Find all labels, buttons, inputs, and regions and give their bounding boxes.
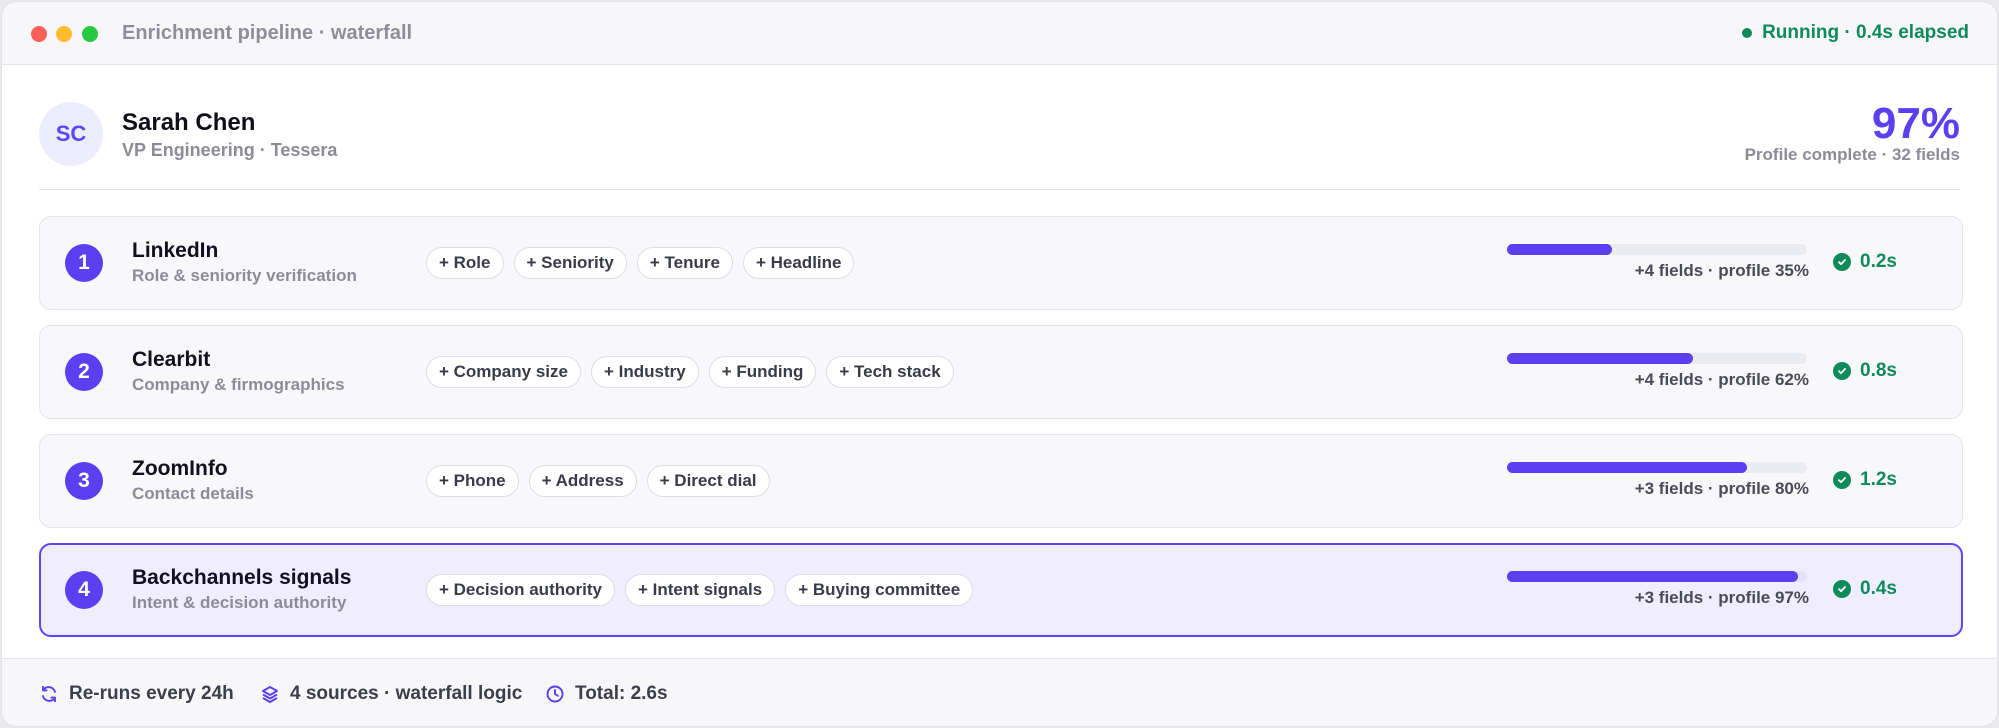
footer-bar: Re-runs every 24h 4 sources · waterfall … <box>2 658 1997 726</box>
source-time: 0.8s <box>1860 360 1897 381</box>
run-status: Running · 0.4s elapsed <box>1742 22 1969 44</box>
field-chip: + Phone <box>426 465 519 497</box>
source-name: Backchannels signals <box>132 566 352 589</box>
source-name: Clearbit <box>132 348 211 371</box>
field-chip: + Industry <box>590 356 699 388</box>
header-divider <box>39 189 1960 190</box>
field-chips: + Decision authority + Intent signals + … <box>426 574 974 606</box>
pipeline-window: Enrichment pipeline · waterfall Running … <box>1 1 1998 727</box>
source-name: LinkedIn <box>132 239 219 262</box>
layers-icon <box>260 684 280 704</box>
field-chip: + Intent signals <box>624 574 776 606</box>
profile-progress-fill <box>1507 462 1747 473</box>
field-chips: + Role + Seniority + Tenure + Headline <box>426 247 855 279</box>
source-name: ZoomInfo <box>132 457 228 480</box>
field-chip: + Tech stack <box>826 356 954 388</box>
field-chip: + Company size <box>426 356 581 388</box>
person-name: Sarah Chen <box>122 109 256 136</box>
check-circle-icon <box>1833 580 1851 598</box>
source-timing: 0.2s <box>1833 251 1897 273</box>
source-description: Intent & decision authority <box>132 593 347 612</box>
avatar: SC <box>39 102 103 166</box>
source-time: 0.2s <box>1860 251 1897 272</box>
field-chip: + Seniority <box>513 247 627 279</box>
refresh-icon <box>39 684 59 704</box>
source-time: 1.2s <box>1860 469 1897 490</box>
footer-total-text: Total: 2.6s <box>575 683 668 704</box>
step-number: 2 <box>65 353 103 391</box>
source-row-clearbit[interactable]: 2 Clearbit Company & firmographics + Com… <box>39 325 1963 419</box>
source-timing: 0.8s <box>1833 360 1897 382</box>
maximize-window-button[interactable] <box>82 26 98 42</box>
footer-total: Total: 2.6s <box>545 683 668 705</box>
field-chip: + Tenure <box>636 247 733 279</box>
source-description: Company & firmographics <box>132 375 345 394</box>
field-chip: + Address <box>528 465 637 497</box>
step-number: 3 <box>65 462 103 500</box>
footer-rerun-text: Re-runs every 24h <box>69 683 234 704</box>
check-circle-icon <box>1833 362 1851 380</box>
source-row-backchannels[interactable]: 4 Backchannels signals Intent & decision… <box>39 543 1963 637</box>
status-dot-icon <box>1742 28 1753 38</box>
footer-sources-text: 4 sources · waterfall logic <box>290 683 523 704</box>
footer-sources: 4 sources · waterfall logic <box>260 683 522 705</box>
source-timing: 0.4s <box>1833 578 1897 600</box>
progress-meta: +4 fields · profile 62% <box>1634 370 1809 389</box>
source-time: 0.4s <box>1860 578 1897 599</box>
person-role: VP Engineering · Tessera <box>122 140 338 160</box>
footer-rerun: Re-runs every 24h <box>39 683 234 705</box>
field-chip: + Direct dial <box>646 465 770 497</box>
field-chip: + Headline <box>742 247 855 279</box>
profile-progress-fill <box>1507 571 1798 582</box>
profile-progress-bar <box>1507 244 1807 255</box>
profile-progress-fill <box>1507 244 1612 255</box>
field-chip: + Funding <box>708 356 817 388</box>
field-chip: + Decision authority <box>426 574 615 606</box>
title-bar: Enrichment pipeline · waterfall Running … <box>2 2 1997 65</box>
field-chips: + Phone + Address + Direct dial <box>426 465 770 497</box>
source-description: Contact details <box>132 484 254 503</box>
source-description: Role & seniority verification <box>132 266 357 285</box>
close-window-button[interactable] <box>31 26 47 42</box>
step-number: 4 <box>65 571 103 609</box>
profile-progress-bar <box>1507 462 1807 473</box>
profile-progress-bar <box>1507 353 1807 364</box>
field-chip: + Buying committee <box>785 574 974 606</box>
window-title: Enrichment pipeline · waterfall <box>122 22 413 44</box>
profile-score: 97% <box>1871 99 1960 148</box>
field-chips: + Company size + Industry + Funding + Te… <box>426 356 954 388</box>
step-number: 1 <box>65 244 103 282</box>
source-row-zoominfo[interactable]: 3 ZoomInfo Contact details + Phone + Add… <box>39 434 1963 528</box>
profile-progress-bar <box>1507 571 1807 582</box>
profile-score-label: Profile complete · 32 fields <box>1744 145 1960 164</box>
progress-meta: +4 fields · profile 35% <box>1634 261 1809 280</box>
source-timing: 1.2s <box>1833 469 1897 491</box>
minimize-window-button[interactable] <box>56 26 72 42</box>
progress-meta: +3 fields · profile 80% <box>1634 479 1809 498</box>
field-chip: + Role <box>426 247 504 279</box>
check-circle-icon <box>1833 471 1851 489</box>
progress-meta: +3 fields · profile 97% <box>1634 588 1809 607</box>
clock-icon <box>545 684 565 704</box>
source-row-linkedin[interactable]: 1 LinkedIn Role & seniority verification… <box>39 216 1963 310</box>
run-status-text: Running · 0.4s elapsed <box>1762 22 1969 43</box>
profile-progress-fill <box>1507 353 1693 364</box>
check-circle-icon <box>1833 253 1851 271</box>
